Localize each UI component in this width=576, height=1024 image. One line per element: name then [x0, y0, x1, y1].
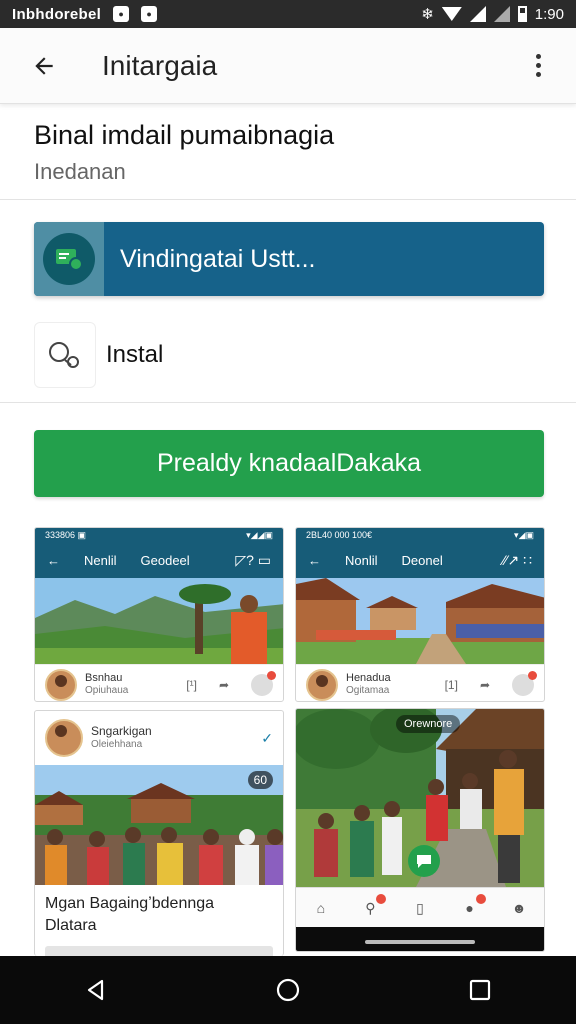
back-button[interactable] — [14, 36, 74, 96]
divider — [0, 402, 576, 403]
mini-tab: Deonel — [401, 552, 443, 568]
post-author: Bsnhau — [85, 672, 123, 685]
triangle-back-icon — [87, 979, 104, 1001]
square-recents-icon — [469, 979, 491, 1001]
app-bar: Initargaia — [0, 28, 576, 104]
nav-back-button[interactable] — [66, 960, 126, 1020]
primary-action-button[interactable]: Prealdy knadaalDakaka — [34, 430, 544, 497]
profile-icon: ☻ — [511, 899, 527, 916]
overflow-menu-button[interactable] — [518, 36, 558, 96]
mini-signal-icon: ▾◢▣ — [514, 529, 534, 540]
comment-count: [¹] — [186, 677, 197, 692]
photo-image — [296, 578, 544, 664]
input-bar — [45, 945, 273, 956]
avatar — [45, 719, 83, 757]
screenshot-card[interactable]: 2BL40 000 100€ ▾◢▣ ← Nonlil Deonel ⁄⁄↗ ∷… — [295, 527, 545, 702]
more-vert-icon — [535, 54, 541, 59]
mini-actions: ◸? ▭ — [235, 551, 271, 568]
notification-icon: ● — [113, 6, 130, 22]
app-icon — [43, 233, 95, 285]
open-app-button[interactable]: Vindingatai Ustt... — [34, 222, 544, 296]
mini-actions: ⁄⁄↗ ∷ — [502, 551, 532, 568]
status-bar: Inbhdorebel ● ● ❄ 1:90 — [0, 0, 576, 28]
mini-tab: Geodeel — [140, 552, 190, 568]
nav-recents-button[interactable] — [450, 960, 510, 1020]
comment-count: [1] — [444, 677, 458, 692]
post-subtitle: Oleiehhana — [91, 739, 143, 751]
mini-back-icon: ← — [47, 552, 60, 568]
video-indicator: 60 — [247, 771, 273, 789]
post-subtitle: Ogitamaa — [346, 685, 390, 697]
carrier-label: Inbhdorebel — [12, 5, 102, 23]
chat-fab[interactable] — [408, 845, 440, 877]
app-title: Initargaia — [102, 49, 218, 81]
verified-icon: ✓ — [261, 729, 273, 746]
post-row: Henadua Ogitamaa [1] ➦ — [296, 664, 544, 701]
photo-image — [35, 765, 283, 885]
open-app-label: Vindingatai Ustt... — [120, 244, 316, 273]
install-option[interactable]: Instal — [34, 322, 544, 388]
post-row: Bsnhau Opiuhaua [¹] ➦ — [35, 664, 283, 701]
post-author: Henadua — [346, 672, 391, 685]
app-header: Binal imdail pumaibnagia Inedanan — [0, 104, 576, 200]
chat-bubble-icon — [417, 855, 431, 868]
reaction-icon — [251, 670, 276, 696]
screenshot-card[interactable]: 333806 ▣ ▾◢◢▣ ← Nenlil Geodeel ◸? ▭ Bsnh… — [34, 527, 284, 702]
caption-line: Mgan Bagaingʼbdennga — [45, 895, 215, 912]
mini-tab: Nonlil — [345, 552, 378, 568]
reaction-icon — [512, 670, 537, 696]
mini-signal-icon: ▾◢◢▣ — [246, 529, 273, 540]
app-developer: Inedanan — [34, 159, 126, 184]
mini-status-text: 2BL40 000 100€ — [306, 530, 373, 540]
avatar — [45, 668, 77, 701]
mini-back-icon: ← — [308, 552, 321, 568]
mini-gesture-bar — [296, 927, 544, 951]
post-author: Sngarkigan — [91, 724, 152, 739]
village-photo — [296, 578, 544, 664]
battery-icon — [517, 6, 527, 22]
landscape-photo — [35, 578, 283, 664]
share-icon: ➦ — [479, 677, 490, 692]
caption: Mgan Bagaingʼbdennga Dlatara — [35, 885, 283, 946]
chat-icon — [56, 249, 83, 271]
circle-home-icon — [276, 978, 300, 1002]
avatar — [306, 668, 338, 701]
wifi-icon — [441, 7, 462, 21]
mini-tab: Nenlil — [84, 552, 117, 568]
notification-icon: ● — [141, 6, 158, 22]
install-label: Instal — [106, 341, 164, 368]
app-name: Binal imdail pumaibnagia — [34, 120, 335, 150]
crowd-photo: 60 — [35, 765, 283, 885]
clock: 1:90 — [534, 5, 564, 23]
nav-home-button[interactable] — [258, 960, 318, 1020]
caption-line: Dlatara — [45, 917, 97, 935]
home-icon: ⌂ — [316, 899, 326, 916]
bell-icon: ● — [462, 893, 486, 916]
arrow-back-icon — [35, 56, 53, 75]
screenshot-card[interactable]: Sngarkigan Oleiehhana ✓ 60 Mgan Bagaingʼ… — [34, 710, 284, 956]
video-indicator: Orewnore — [396, 715, 461, 733]
bluetooth-icon: ❄ — [421, 6, 434, 23]
bookmark-icon: ▯ — [416, 899, 424, 916]
screenshot-card[interactable]: Orewnore ⌂ ⚲ ▯ ● ☻ — [295, 708, 545, 952]
signal-icon — [469, 6, 486, 22]
post-subtitle: Opiuhaua — [85, 685, 129, 697]
search-icon: ⚲ — [362, 893, 387, 916]
post-row: Sngarkigan Oleiehhana ✓ — [35, 711, 283, 765]
share-icon: ➦ — [218, 677, 229, 692]
market-photo: Orewnore — [296, 709, 544, 887]
signal-icon — [493, 6, 510, 22]
system-navigation-bar — [0, 956, 576, 1024]
mini-status-text: 333806 ▣ — [45, 529, 87, 540]
photo-image — [35, 578, 283, 664]
people-icon — [49, 342, 79, 368]
mini-bottom-nav: ⌂ ⚲ ▯ ● ☻ — [296, 887, 544, 927]
